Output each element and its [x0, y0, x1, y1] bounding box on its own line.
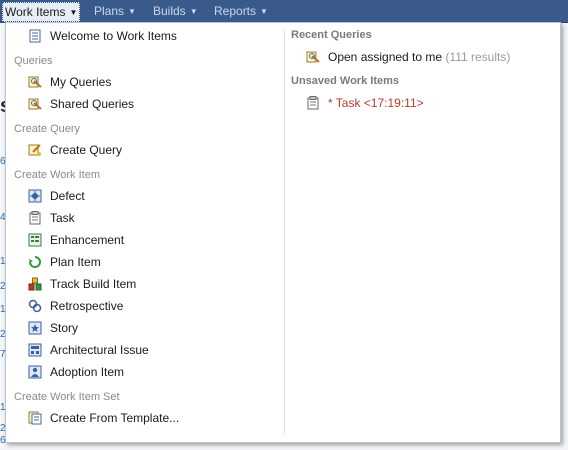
- section-header-unsaved-work-items: Unsaved Work Items: [291, 75, 400, 87]
- task-icon: [306, 96, 320, 110]
- menu-item-defect[interactable]: Defect: [28, 187, 85, 205]
- nav-builds[interactable]: Builds ▼: [153, 0, 198, 22]
- nav-reports-label: Reports: [214, 4, 257, 18]
- architectural-issue-icon: [28, 343, 42, 357]
- query-icon: [306, 50, 320, 64]
- menu-item-track-build-item[interactable]: Track Build Item: [28, 275, 136, 293]
- menu-item-label: Shared Queries: [50, 97, 135, 111]
- create-query-icon: [28, 143, 42, 157]
- query-icon: [28, 75, 42, 89]
- menu-item-create-query[interactable]: Create Query: [28, 141, 122, 159]
- recent-query-label: Open assigned to me: [328, 50, 443, 64]
- menu-item-enhancement[interactable]: Enhancement: [28, 231, 124, 249]
- menu-item-label: Create Query: [50, 143, 123, 157]
- chevron-down-icon: ▼: [189, 7, 198, 16]
- query-icon: [28, 97, 42, 111]
- welcome-page-icon: [28, 29, 42, 43]
- menu-item-label: Track Build Item: [50, 277, 137, 291]
- recent-query-open-assigned[interactable]: Open assigned to me (111 results): [306, 48, 510, 66]
- menu-column-divider: [284, 29, 285, 435]
- menu-item-retrospective[interactable]: Retrospective: [28, 297, 123, 315]
- section-header-create-work-item-set: Create Work Item Set: [14, 391, 120, 403]
- template-icon: [28, 411, 42, 425]
- section-header-create-query: Create Query: [14, 123, 81, 135]
- section-header-queries: Queries: [14, 55, 53, 67]
- adoption-item-icon: [28, 365, 42, 379]
- plan-item-icon: [28, 255, 42, 269]
- menu-item-label: Task: [50, 211, 75, 225]
- nav-work-items[interactable]: Work Items ▼: [2, 2, 81, 22]
- menu-item-create-from-template[interactable]: Create From Template...: [28, 409, 179, 427]
- menu-item-plan-item[interactable]: Plan Item: [28, 253, 101, 271]
- menu-item-label: Plan Item: [50, 255, 101, 269]
- task-icon: [28, 211, 42, 225]
- nav-plans-label: Plans: [94, 4, 125, 18]
- recent-query-result-count: (111 results): [445, 50, 511, 64]
- work-items-dropdown-menu: Welcome to Work Items Queries My Queries…: [5, 22, 561, 443]
- menu-item-story[interactable]: Story: [28, 319, 78, 337]
- unsaved-work-item-task[interactable]: * Task <17:19:11>: [306, 94, 424, 112]
- section-header-recent-queries: Recent Queries: [291, 29, 372, 41]
- menu-item-label: Adoption Item: [50, 365, 125, 379]
- nav-plans[interactable]: Plans ▼: [94, 0, 136, 22]
- nav-work-items-label: Work Items: [5, 5, 66, 19]
- menu-item-label: Retrospective: [50, 299, 124, 313]
- nav-reports[interactable]: Reports ▼: [214, 0, 268, 22]
- retrospective-icon: [28, 299, 42, 313]
- chevron-down-icon: ▼: [260, 7, 268, 16]
- chevron-down-icon: ▼: [128, 7, 136, 16]
- chevron-down-icon: ▼: [69, 8, 78, 17]
- unsaved-work-item-label: * Task <17:19:11>: [328, 96, 424, 110]
- menu-item-label: Create From Template...: [50, 411, 180, 425]
- menu-item-shared-queries[interactable]: Shared Queries: [28, 95, 134, 113]
- menu-item-label: Architectural Issue: [50, 343, 149, 357]
- defect-icon: [28, 189, 42, 203]
- menu-item-adoption-item[interactable]: Adoption Item: [28, 363, 124, 381]
- menu-item-architectural-issue[interactable]: Architectural Issue: [28, 341, 149, 359]
- enhancement-icon: [28, 233, 42, 247]
- track-build-icon: [28, 277, 42, 291]
- nav-builds-label: Builds: [153, 4, 186, 18]
- menu-item-label: Welcome to Work Items: [50, 29, 177, 43]
- menu-item-label: Enhancement: [50, 233, 125, 247]
- menu-item-welcome[interactable]: Welcome to Work Items: [28, 27, 177, 45]
- menu-item-task[interactable]: Task: [28, 209, 75, 227]
- section-header-create-work-item: Create Work Item: [14, 169, 100, 181]
- menu-item-my-queries[interactable]: My Queries: [28, 73, 111, 91]
- menu-item-label: My Queries: [50, 75, 112, 89]
- story-icon: [28, 321, 42, 335]
- menu-item-label: Story: [50, 321, 79, 335]
- top-navigation-bar: Work Items ▼ Plans ▼ Builds ▼ Reports ▼: [0, 0, 568, 23]
- menu-item-label: Defect: [50, 189, 85, 203]
